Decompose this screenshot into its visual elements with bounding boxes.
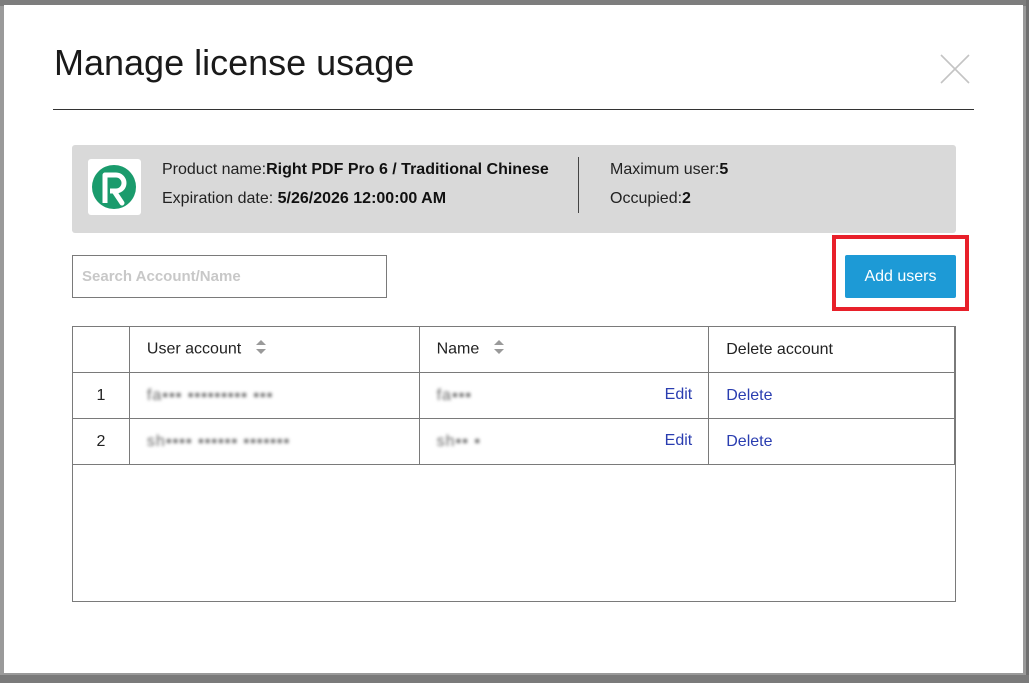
- background-footer: [0, 675, 1029, 683]
- search-input[interactable]: [72, 255, 387, 298]
- user-account-cell: fa▪▪▪ ▪▪▪▪▪▪▪▪▪ ▪▪▪: [128, 372, 420, 419]
- delete-link[interactable]: Delete: [726, 433, 772, 450]
- header-user-account[interactable]: User account: [128, 326, 420, 373]
- title-divider: [53, 109, 974, 110]
- header-name-label: Name: [436, 340, 480, 358]
- occupied-label: Occupied:: [610, 190, 683, 207]
- name-cell: sh▪▪ ▪ Edit: [418, 418, 710, 465]
- name-value: sh▪▪ ▪: [436, 432, 481, 450]
- edit-link[interactable]: Edit: [665, 386, 693, 404]
- delete-cell: Delete: [708, 418, 955, 465]
- product-name-value: Right PDF Pro 6 / Traditional Chinese: [266, 161, 549, 178]
- table-row: 2 sh▪▪▪▪ ▪▪▪▪▪▪ ▪▪▪▪▪▪▪ sh▪▪ ▪ Edit Dele…: [72, 418, 955, 465]
- delete-link[interactable]: Delete: [726, 387, 772, 404]
- add-users-button[interactable]: Add users: [845, 255, 956, 298]
- users-table-container: User account Name Delete account 1 fa▪▪▪…: [72, 326, 956, 602]
- right-pdf-logo-icon: [88, 159, 141, 215]
- dialog-title: Manage license usage: [54, 42, 415, 83]
- maximum-user: Maximum user:5: [610, 161, 728, 179]
- row-index: 2: [72, 418, 130, 465]
- expiration-value: 5/26/2026 12:00:00 AM: [277, 190, 447, 207]
- occupied-value: 2: [682, 190, 691, 207]
- max-user-label: Maximum user:: [610, 161, 720, 178]
- product-name-label: Product name:: [162, 161, 267, 178]
- name-cell: fa▪▪▪ Edit: [418, 372, 710, 419]
- max-user-value: 5: [719, 161, 729, 178]
- sort-icon[interactable]: [493, 340, 504, 359]
- occupied: Occupied:2: [610, 190, 691, 208]
- info-separator: [578, 157, 579, 213]
- close-icon[interactable]: [939, 53, 971, 85]
- expiration-date: Expiration date: 5/26/2026 12:00:00 AM: [162, 190, 446, 208]
- header-index: [72, 326, 130, 373]
- license-dialog: Manage license usage Product name:Right …: [4, 5, 1023, 673]
- user-account-cell: sh▪▪▪▪ ▪▪▪▪▪▪ ▪▪▪▪▪▪▪: [128, 418, 420, 465]
- row-index: 1: [72, 372, 130, 419]
- expiration-label: Expiration date:: [162, 190, 274, 207]
- product-name: Product name:Right PDF Pro 6 / Tradition…: [162, 161, 549, 179]
- delete-cell: Delete: [708, 372, 955, 419]
- header-name[interactable]: Name: [418, 326, 710, 373]
- name-value: fa▪▪▪: [436, 386, 472, 404]
- table-header-row: User account Name Delete account: [72, 326, 955, 373]
- user-account-value: sh▪▪▪▪ ▪▪▪▪▪▪ ▪▪▪▪▪▪▪: [146, 432, 291, 450]
- edit-link[interactable]: Edit: [665, 432, 693, 450]
- table-row: 1 fa▪▪▪ ▪▪▪▪▪▪▪▪▪ ▪▪▪ fa▪▪▪ Edit Delete: [72, 372, 955, 419]
- user-account-value: fa▪▪▪ ▪▪▪▪▪▪▪▪▪ ▪▪▪: [146, 386, 274, 404]
- sort-icon[interactable]: [255, 340, 266, 359]
- header-delete-account: Delete account: [708, 326, 955, 373]
- product-info-panel: Product name:Right PDF Pro 6 / Tradition…: [72, 145, 956, 233]
- users-table: User account Name Delete account 1 fa▪▪▪…: [72, 326, 955, 465]
- header-user-account-label: User account: [146, 340, 242, 358]
